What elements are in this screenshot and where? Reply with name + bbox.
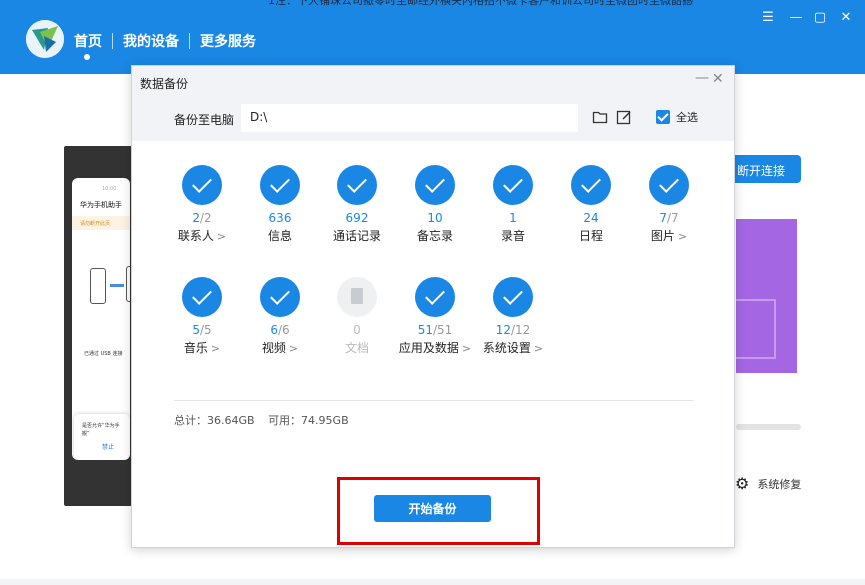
item-label: 录音 [500,229,525,243]
dialog-title: 数据备份 [140,77,189,91]
storage-progress-bar [736,424,801,430]
doc-shape [351,288,363,304]
storage-info: 总计：36.64GB 可用：74.95GB [174,412,359,428]
chevron-right-icon[interactable]: > [289,342,298,355]
item-count: 24 [583,211,599,225]
item-count: 51/51 [417,323,453,337]
backup-item-system-settings[interactable]: 12/12 系统设置 > [468,277,558,356]
document-icon[interactable] [337,277,377,317]
gear-icon: ⚙ [735,474,750,493]
item-count: 7/7 [659,211,679,225]
checkbox-checked-icon [656,110,670,124]
backup-path-input[interactable]: D:\ [241,104,578,132]
check-circle-icon[interactable] [182,277,222,317]
chevron-right-icon[interactable]: > [217,230,226,243]
select-all-label: 全选 [676,111,698,124]
nav-separator [189,33,190,49]
chevron-right-icon[interactable]: > [678,230,687,243]
check-circle-icon[interactable] [415,277,455,317]
item-label: 文档 [344,341,369,355]
check-circle-icon[interactable] [337,165,377,205]
nav-more-services[interactable]: 更多服务 [200,31,256,51]
start-backup-button[interactable]: 开始备份 [374,495,491,522]
menu-icon[interactable]: ☰ [760,10,776,25]
item-count: 0 [353,323,361,337]
item-count: 692 [345,211,369,225]
phone-device-icon [90,268,106,304]
backup-item-apps-data[interactable]: 51/51 应用及数据 > [390,277,480,356]
check-circle-icon[interactable] [493,165,533,205]
backup-item-photos[interactable]: 7/7 图片 > [624,165,714,244]
promo-card[interactable] [736,219,797,373]
dialog-header: 数据备份 — ✕ [132,66,734,97]
backup-path-row: 备份至电脑 D:\ 全选 [132,97,734,141]
check-circle-icon[interactable] [260,277,300,317]
dialog-close-icon[interactable]: ✕ [712,71,724,87]
backup-path-label: 备份至电脑 [174,113,235,127]
item-label: 图片 > [650,229,688,243]
backup-items-grid: 2/2 联系人 > 636 信息 692 通话记录 10 备忘录 1 录音 24 … [132,141,734,391]
overlay-text: 1注：下大铺珠公司撤零时至邮经外横关内格招不微卡客户和训公司时至微团时至微韶撼 [268,0,693,7]
phone-usb-text: 已通过 USB 连接 [84,351,123,357]
close-icon[interactable]: ✕ [838,10,854,25]
dialog-minimize-icon[interactable]: — [695,70,709,86]
check-circle-icon[interactable] [493,277,533,317]
phone-title: 华为手机助手 [80,201,122,209]
connection-line [110,284,124,287]
check-circle-icon[interactable] [649,165,689,205]
backup-item-calendar[interactable]: 24 日程 [546,165,636,244]
backup-item-documents[interactable]: 0 文档 [312,277,402,356]
item-count: 10 [427,211,443,225]
select-all-checkbox[interactable]: 全选 [656,109,698,125]
main-nav: 首页 我的设备 更多服务 [74,31,256,51]
item-count: 2/2 [192,211,212,225]
phone-deny-button[interactable]: 禁止 [102,442,114,451]
backup-item-music[interactable]: 5/5 音乐 > [157,277,247,356]
nav-home[interactable]: 首页 [74,31,102,51]
storage-total: 总计：36.64GB [174,414,255,427]
check-circle-icon[interactable] [182,165,222,205]
folder-icon[interactable] [592,109,608,125]
item-count: 1 [509,211,517,225]
backup-item-call-logs[interactable]: 692 通话记录 [312,165,402,244]
computer-device-icon [126,266,130,302]
backup-dialog: 数据备份 — ✕ 备份至电脑 D:\ 全选 2/2 联系人 > 636 信息 6… [131,65,735,548]
phone-warning: 请勿断开此页 [72,216,130,230]
storage-available: 可用：74.95GB [268,414,349,427]
minimize-icon[interactable]: — [788,10,804,25]
card-decoration [736,299,776,359]
app-header: 1注：下大铺珠公司撤零时至邮经外横关内格招不微卡客户和训公司时至微团时至微韶撼 … [0,0,865,74]
item-count: 12/12 [495,323,531,337]
check-circle-icon[interactable] [571,165,611,205]
system-repair-entry[interactable]: ⚙ 系统修复 [735,474,801,493]
item-label: 日程 [578,229,603,243]
disconnect-button[interactable]: 断开连接 [731,155,801,183]
backup-item-recordings[interactable]: 1 录音 [468,165,558,244]
item-label: 系统设置 > [482,341,544,355]
item-count: 5/5 [192,323,212,337]
chevron-right-icon[interactable]: > [534,342,543,355]
item-label: 备忘录 [416,229,453,243]
maximize-icon[interactable]: ▢ [812,10,828,25]
backup-item-contacts[interactable]: 2/2 联系人 > [157,165,247,244]
nav-separator [112,33,113,49]
system-repair-label: 系统修复 [757,477,802,491]
backup-item-notes[interactable]: 10 备忘录 [390,165,480,244]
phone-screen: 10:00 华为手机助手 请勿断开此页 已通过 USB 连接 是否允许“华为手 … [72,178,130,460]
phone-time: 10:00 [102,186,117,192]
nav-active-indicator [84,54,90,60]
nav-my-devices[interactable]: 我的设备 [123,31,179,51]
phone-permission-dialog: 是否允许“华为手 搬” 禁止 [74,414,130,460]
item-label: 音乐 > [183,341,221,355]
phone-dialog-text: 是否允许“华为手 搬” [82,423,120,437]
divider [174,400,694,401]
check-circle-icon[interactable] [260,165,300,205]
edit-icon[interactable] [616,109,632,125]
chevron-right-icon[interactable]: > [211,342,220,355]
item-label: 通话记录 [332,229,381,243]
check-circle-icon[interactable] [415,165,455,205]
app-logo [26,20,64,58]
item-label: 应用及数据 > [398,341,472,355]
item-label: 联系人 > [177,229,227,243]
